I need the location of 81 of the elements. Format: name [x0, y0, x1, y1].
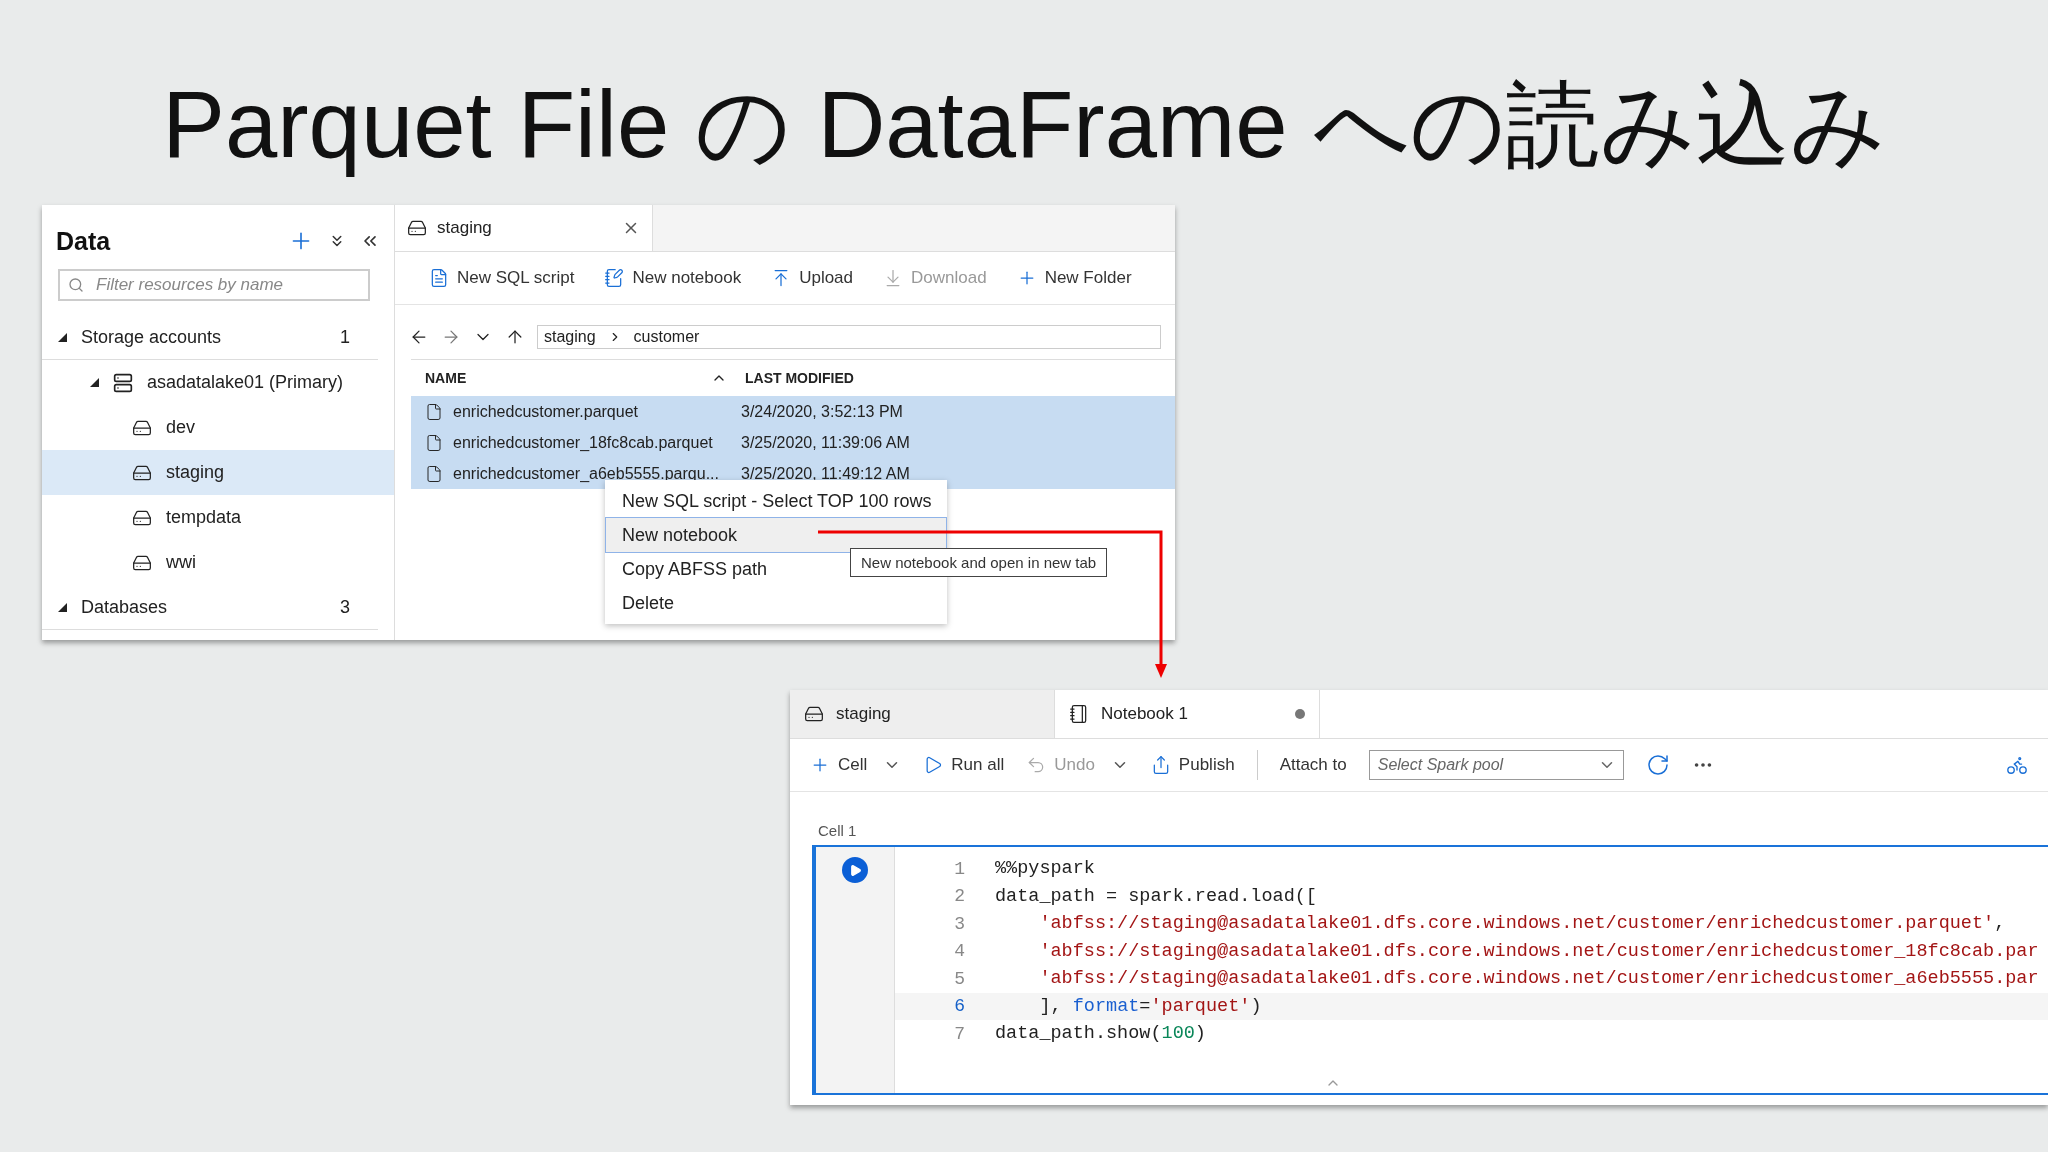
cell-label: Cell 1: [818, 822, 858, 839]
count: 3: [340, 596, 350, 618]
column-header[interactable]: LAST MODIFIED: [745, 370, 854, 386]
search-icon: [68, 277, 84, 293]
tab[interactable]: staging: [395, 205, 653, 251]
tree-item[interactable]: Storage accounts 1: [42, 315, 378, 360]
code-text: 'abfss://staging@asadatalake01.dfs.core.windows.net/customer/enrichedcustomer_18fc8cab.par: [1038, 940, 2039, 962]
file-icon: [425, 464, 443, 483]
toolbar-button[interactable]: Cell: [810, 755, 902, 775]
toolbar-button[interactable]: Run all: [923, 755, 1005, 775]
tree-item[interactable]: staging: [42, 450, 394, 495]
tree-item[interactable]: tempdata: [42, 495, 394, 540]
toolbar-button[interactable]: New notebook: [604, 268, 742, 288]
tree-label: wwi: [166, 552, 197, 573]
container-icon: [407, 218, 427, 238]
attach-label: Attach to: [1279, 755, 1347, 775]
modified-date: 3/25/2020, 11:39:06 AM: [741, 433, 910, 452]
line-number: 7: [953, 1023, 966, 1044]
file-icon: [425, 433, 443, 452]
script-icon: [429, 268, 449, 288]
toolbar-button[interactable]: New Folder: [1016, 268, 1132, 288]
filter-field[interactable]: Filter resources by name: [58, 269, 370, 301]
line-number: 6: [953, 996, 966, 1017]
file-name: enrichedcustomer_18fc8cab.parquet: [453, 433, 713, 452]
code-text: 'abfss://staging@asadatalake01.dfs.core.windows.net/customer/enrichedcustomer.parquet',: [1038, 913, 2006, 935]
file-name: enrichedcustomer.parquet: [453, 402, 638, 421]
tooltip: New notebook and open in new tab: [850, 548, 1108, 577]
code-text: ], format='parquet'): [1038, 995, 1262, 1017]
toolbar-button[interactable]: Upload: [771, 268, 854, 288]
refresh-icon[interactable]: [1645, 753, 1670, 777]
tree-label: asadatalake01 (Primary): [147, 372, 345, 393]
toolbar-button[interactable]: New SQL script: [429, 268, 575, 288]
breadcrumb-item[interactable]: staging: [544, 328, 596, 346]
spark-pool-dropdown[interactable]: Select Spark pool: [1368, 750, 1624, 780]
toolbar-button[interactable]: Publish: [1150, 755, 1235, 775]
file-row[interactable]: enrichedcustomer.parquet 3/24/2020, 3:52:13 PM: [411, 396, 1175, 427]
tree-item[interactable]: asadatalake01 (Primary): [42, 360, 394, 405]
file-icon: [425, 402, 443, 421]
file-row[interactable]: enrichedcustomer_18fc8cab.parquet 3/25/2020, 11:39:06 AM: [411, 427, 1175, 458]
expand-icon[interactable]: [58, 602, 67, 612]
container-icon: [804, 704, 824, 724]
tree-label: Databases: [81, 596, 169, 618]
tab-label: Notebook 1: [1101, 704, 1189, 724]
tree-label: staging: [166, 462, 226, 483]
storage-icon: [113, 372, 133, 393]
code-text: 'abfss://staging@asadatalake01.dfs.core.windows.net/customer/enrichedcustomer_a6eb5555.par: [1038, 968, 2039, 990]
file-name: enrichedcustomer_a6eb5555.parqu...: [453, 464, 719, 483]
code-cell[interactable]: [812, 845, 2048, 1095]
tab-label: staging: [437, 218, 493, 238]
code-text: data_path.show(100): [995, 1023, 1206, 1045]
tab[interactable]: staging: [790, 690, 1055, 738]
column-header[interactable]: NAME: [411, 370, 711, 386]
tree-item[interactable]: dev: [42, 405, 394, 450]
line-number: 1: [953, 858, 966, 879]
line-number: 4: [953, 941, 966, 962]
path-field[interactable]: staging customer: [537, 325, 1161, 349]
slide-title: Parquet File の DataFrame への読み込み: [161, 71, 1887, 179]
tree-label: dev: [166, 417, 197, 438]
notebook-icon: [1069, 704, 1089, 724]
tree-item[interactable]: Databases 3: [42, 585, 378, 630]
tree-item[interactable]: wwi: [42, 540, 394, 585]
expand-icon[interactable]: [90, 378, 99, 387]
code-text: data_path = spark.read.load([: [995, 885, 1317, 907]
code-text: %%pyspark: [995, 858, 1095, 880]
run-icon[interactable]: [842, 857, 868, 883]
tree-label: Storage accounts: [81, 326, 223, 348]
line-number: 2: [953, 886, 966, 907]
tab-label: staging: [836, 704, 892, 724]
breadcrumb-item[interactable]: customer: [633, 328, 700, 346]
tab[interactable]: Notebook 1: [1055, 690, 1320, 738]
notebook-icon: [604, 268, 625, 288]
expand-icon[interactable]: [58, 332, 67, 342]
count: 1: [340, 326, 350, 348]
modified-date: 3/24/2020, 3:52:13 PM: [741, 402, 903, 421]
modified-date: 3/25/2020, 11:49:12 AM: [741, 464, 910, 483]
tree-label: tempdata: [166, 507, 243, 528]
bike-icon[interactable]: [2006, 754, 2028, 776]
menu-item[interactable]: New notebook: [606, 518, 946, 552]
line-number: 5: [953, 968, 966, 989]
panel-title: Data: [56, 226, 112, 256]
line-number: 3: [953, 913, 966, 934]
